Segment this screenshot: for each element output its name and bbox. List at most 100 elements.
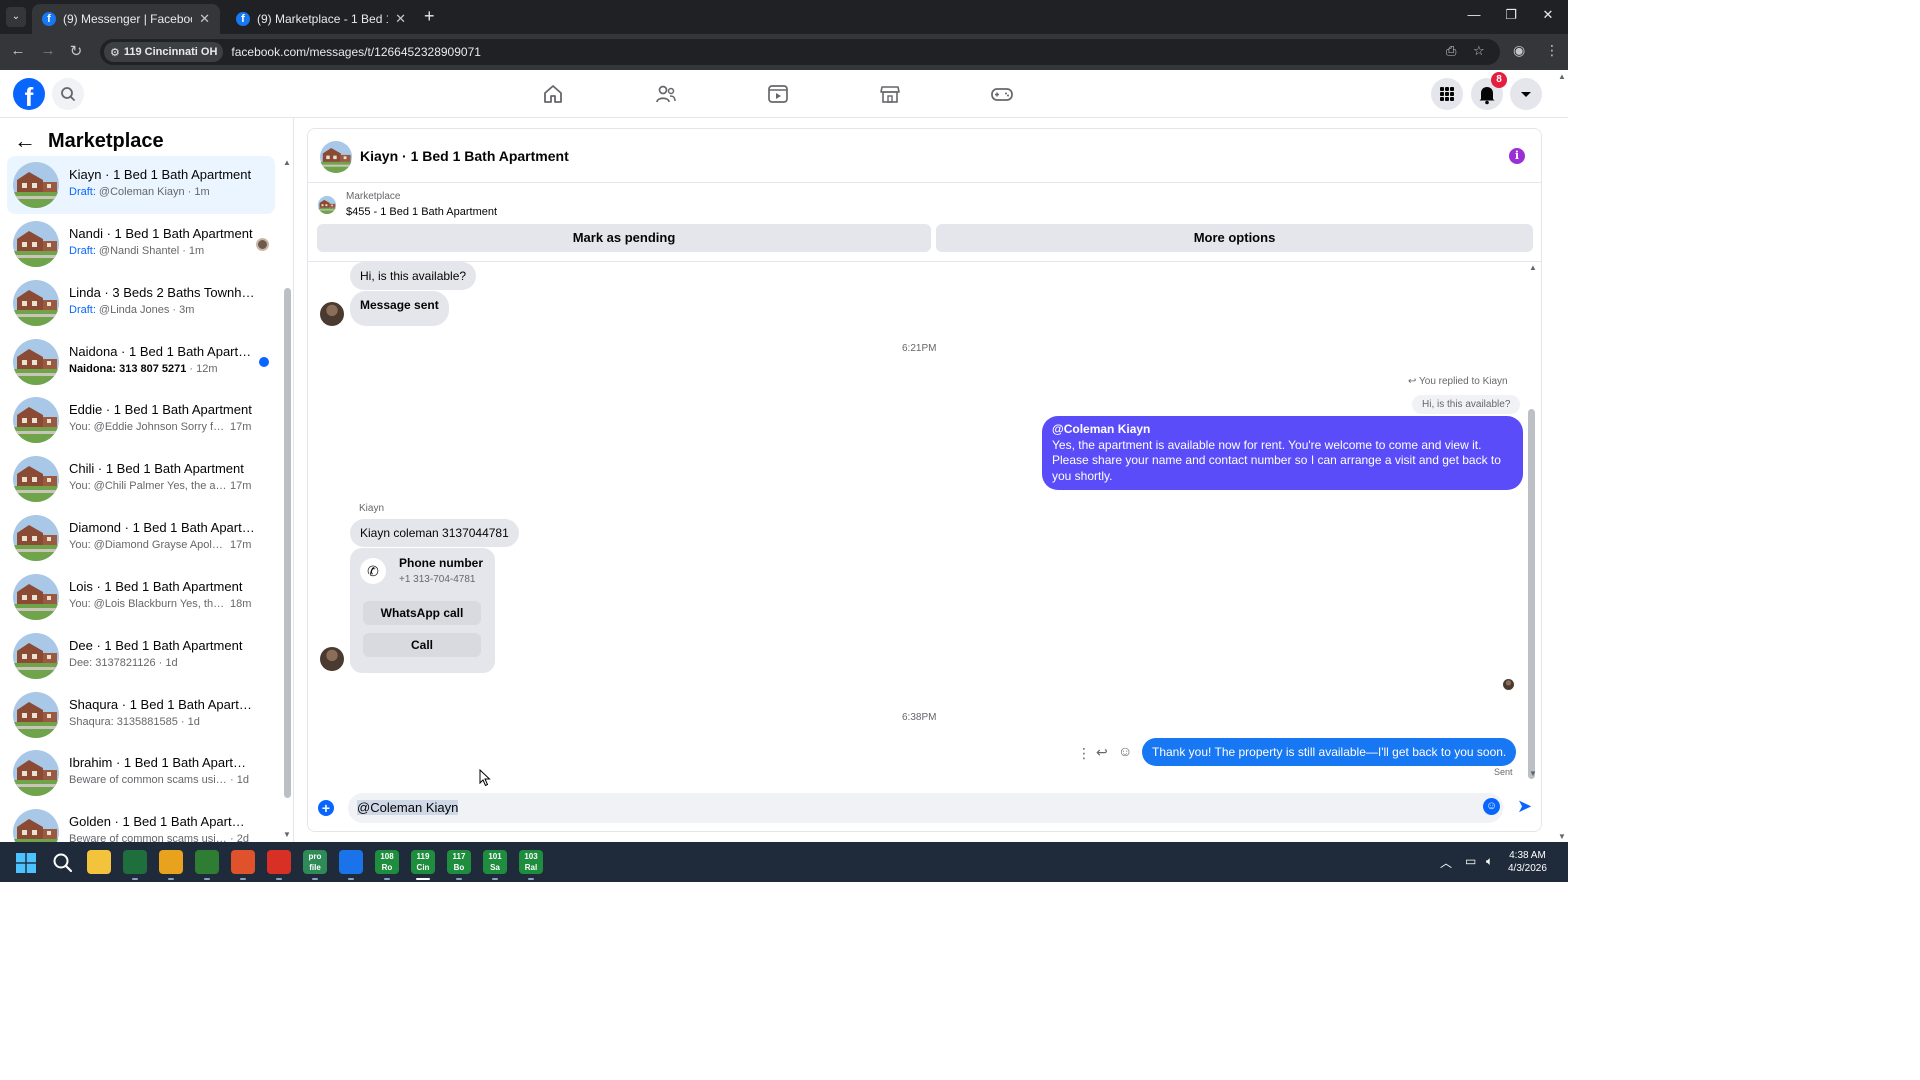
sheet-119-icon[interactable]: 119 Cin	[411, 850, 435, 874]
tab-title: (9) Marketplace - 1 Bed 1 Bath	[257, 12, 388, 26]
tab-search-chevron-icon[interactable]: ⌄	[6, 7, 26, 27]
minimize-icon[interactable]: —	[1464, 7, 1484, 22]
incoming-message[interactable]: Message sent	[350, 291, 449, 326]
conversation-item[interactable]: Naidona · 1 Bed 1 Bath Apartm... Naidona:…	[7, 333, 275, 391]
mark-as-pending-button[interactable]: Mark as pending	[317, 224, 931, 252]
conversation-item[interactable]: Shaqura · 1 Bed 1 Bath Apartment Shaqura:…	[7, 686, 275, 744]
site-info-chip[interactable]: ⚙ 119 Cincinnati OH	[104, 42, 224, 62]
file-explorer-icon[interactable]	[87, 850, 111, 874]
house-thumbnail-image	[13, 750, 59, 796]
show-hidden-icons-icon[interactable]: ︿	[1440, 854, 1452, 871]
friends-nav-button[interactable]	[654, 82, 678, 106]
signal-app-icon[interactable]	[339, 850, 363, 874]
address-bar[interactable]: ⚙ 119 Cincinnati OH facebook.com/message…	[100, 39, 1500, 65]
sheet-117-icon[interactable]: 117 Bo	[447, 850, 471, 874]
restore-icon[interactable]: ❐	[1501, 7, 1521, 23]
tab-messenger[interactable]: f (9) Messenger | Facebook ✕	[32, 4, 220, 34]
page-scroll-up-icon[interactable]: ▲	[1556, 72, 1568, 81]
conversation-item[interactable]: Chili · 1 Bed 1 Bath Apartment You: @Chil…	[7, 450, 275, 508]
composer-mention[interactable]: @Coleman Kiayn	[357, 800, 459, 815]
chat-scroll-down-icon[interactable]: ▼	[1529, 769, 1537, 778]
back-icon[interactable]: ←	[8, 42, 28, 59]
facebook-favicon-icon: f	[42, 12, 56, 26]
send-icon[interactable]: ➤	[1517, 796, 1532, 817]
close-tab-icon[interactable]: ✕	[199, 11, 210, 27]
search-button[interactable]	[52, 78, 84, 110]
notepad-icon[interactable]	[195, 850, 219, 874]
reload-icon[interactable]: ↻	[66, 42, 86, 60]
search-icon[interactable]	[52, 852, 74, 874]
sheet-103-icon[interactable]: 103 Ral	[519, 850, 543, 874]
tab-marketplace[interactable]: f (9) Marketplace - 1 Bed 1 Bath ✕	[226, 4, 416, 34]
phone-icon: ✆	[360, 558, 386, 584]
info-icon[interactable]: i	[1509, 148, 1525, 164]
incoming-message[interactable]: Kiayn coleman 3137044781	[350, 519, 519, 547]
list-scroll-up-icon[interactable]: ▲	[283, 158, 291, 167]
menu-button[interactable]	[1431, 78, 1463, 110]
bookmark-star-icon[interactable]: ☆	[1473, 43, 1485, 59]
contact-avatar[interactable]	[320, 302, 344, 326]
gaming-nav-button[interactable]	[990, 82, 1014, 106]
install-app-icon[interactable]: ⎙	[1446, 43, 1456, 59]
browser-menu-icon[interactable]: ⋮	[1545, 42, 1559, 59]
sheet-101-icon[interactable]: 101 Sa	[483, 850, 507, 874]
quoted-message[interactable]: Hi, is this available?	[1412, 395, 1521, 414]
contact-avatar[interactable]	[320, 647, 344, 671]
brave-browser-icon[interactable]	[231, 850, 255, 874]
message-input[interactable]: @Coleman Kiayn	[348, 793, 1503, 823]
house-thumbnail-image	[13, 221, 59, 267]
conversation-item[interactable]: Nandi · 1 Bed 1 Bath Apartment Draft: @Nan…	[7, 215, 275, 273]
listing-avatar[interactable]	[320, 141, 352, 173]
facebook-logo[interactable]: f	[13, 78, 45, 110]
volume-icon[interactable]: 🔈︎	[1486, 854, 1493, 869]
outgoing-reply-message[interactable]: @Coleman Kiayn Yes, the apartment is ava…	[1042, 416, 1523, 490]
account-button[interactable]	[1510, 78, 1542, 110]
listing-title[interactable]: $455 - 1 Bed 1 Bath Apartment	[346, 206, 497, 218]
conversation-item[interactable]: Ibrahim · 1 Bed 1 Bath Apartment Beware o…	[7, 744, 275, 802]
profile-icon[interactable]: ◉	[1513, 42, 1525, 59]
listing-thumbnail[interactable]	[318, 196, 336, 214]
conversation-item[interactable]: Lois · 1 Bed 1 Bath Apartment You: @Lois …	[7, 568, 275, 626]
more-actions-icon[interactable]: ⋮	[1077, 745, 1091, 762]
profile-app-icon[interactable]: pro file	[303, 850, 327, 874]
conversation-item[interactable]: Eddie · 1 Bed 1 Bath Apartment You: @Eddi…	[7, 391, 275, 449]
incoming-message[interactable]: Hi, is this available?	[350, 262, 477, 290]
back-arrow-icon[interactable]: ←	[14, 128, 36, 154]
system-clock[interactable]: 4:38 AM 4/3/2026	[1508, 849, 1547, 875]
close-tab-icon[interactable]: ✕	[395, 11, 406, 27]
url-text[interactable]: facebook.com/messages/t/1266452328909071	[231, 45, 481, 59]
chat-scrollbar[interactable]	[1528, 409, 1535, 779]
conversation-item[interactable]: Kiayn · 1 Bed 1 Bath Apartment Draft: @Col…	[7, 156, 275, 214]
chat-scroll-up-icon[interactable]: ▲	[1529, 263, 1537, 272]
windows-start-icon[interactable]	[16, 853, 36, 873]
conversation-name: Chili · 1 Bed 1 Bath Apartment	[69, 461, 244, 476]
chrome-profile-icon[interactable]	[159, 850, 183, 874]
window-close-icon[interactable]: ✕	[1538, 7, 1558, 23]
outgoing-message[interactable]: Thank you! The property is still availab…	[1142, 738, 1517, 766]
forward-icon[interactable]: →	[38, 42, 58, 59]
conversation-list-scrollbar[interactable]	[284, 288, 291, 798]
new-tab-button[interactable]: +	[424, 6, 435, 27]
reply-action-icon[interactable]: ↩	[1096, 744, 1108, 761]
video-nav-button[interactable]	[766, 82, 790, 106]
conversation-item[interactable]: Dee · 1 Bed 1 Bath Apartment Dee: 3137821…	[7, 627, 275, 685]
chrome-browser-icon[interactable]	[267, 850, 291, 874]
chat-title[interactable]: Kiayn · 1 Bed 1 Bath Apartment	[360, 148, 569, 164]
page-scroll-down-icon[interactable]: ▼	[1556, 832, 1568, 841]
marketplace-nav-button[interactable]	[878, 82, 902, 106]
conversation-item[interactable]: Golden · 1 Bed 1 Bath Apartment Beware of…	[7, 803, 275, 842]
home-nav-button[interactable]	[541, 82, 565, 106]
call-button[interactable]: Call	[363, 633, 481, 657]
media-app-icon[interactable]	[123, 850, 147, 874]
whatsapp-call-button[interactable]: WhatsApp call	[363, 601, 481, 625]
mention[interactable]: @Coleman Kiayn	[1052, 422, 1513, 438]
react-emoji-icon[interactable]: ☺	[1118, 743, 1132, 759]
conversation-item[interactable]: Diamond · 1 Bed 1 Bath Apartme... You: @D…	[7, 509, 275, 567]
more-options-button[interactable]: More options	[936, 224, 1533, 252]
add-attachment-icon[interactable]: +	[318, 800, 334, 816]
sheet-108-icon[interactable]: 108 Ro	[375, 850, 399, 874]
emoji-icon[interactable]: ☺	[1483, 798, 1500, 815]
conversation-item[interactable]: Linda · 3 Beds 2 Baths Townhouse Draft: @L…	[7, 274, 275, 332]
list-scroll-down-icon[interactable]: ▼	[283, 830, 291, 839]
network-icon[interactable]: ▭	[1465, 854, 1476, 868]
